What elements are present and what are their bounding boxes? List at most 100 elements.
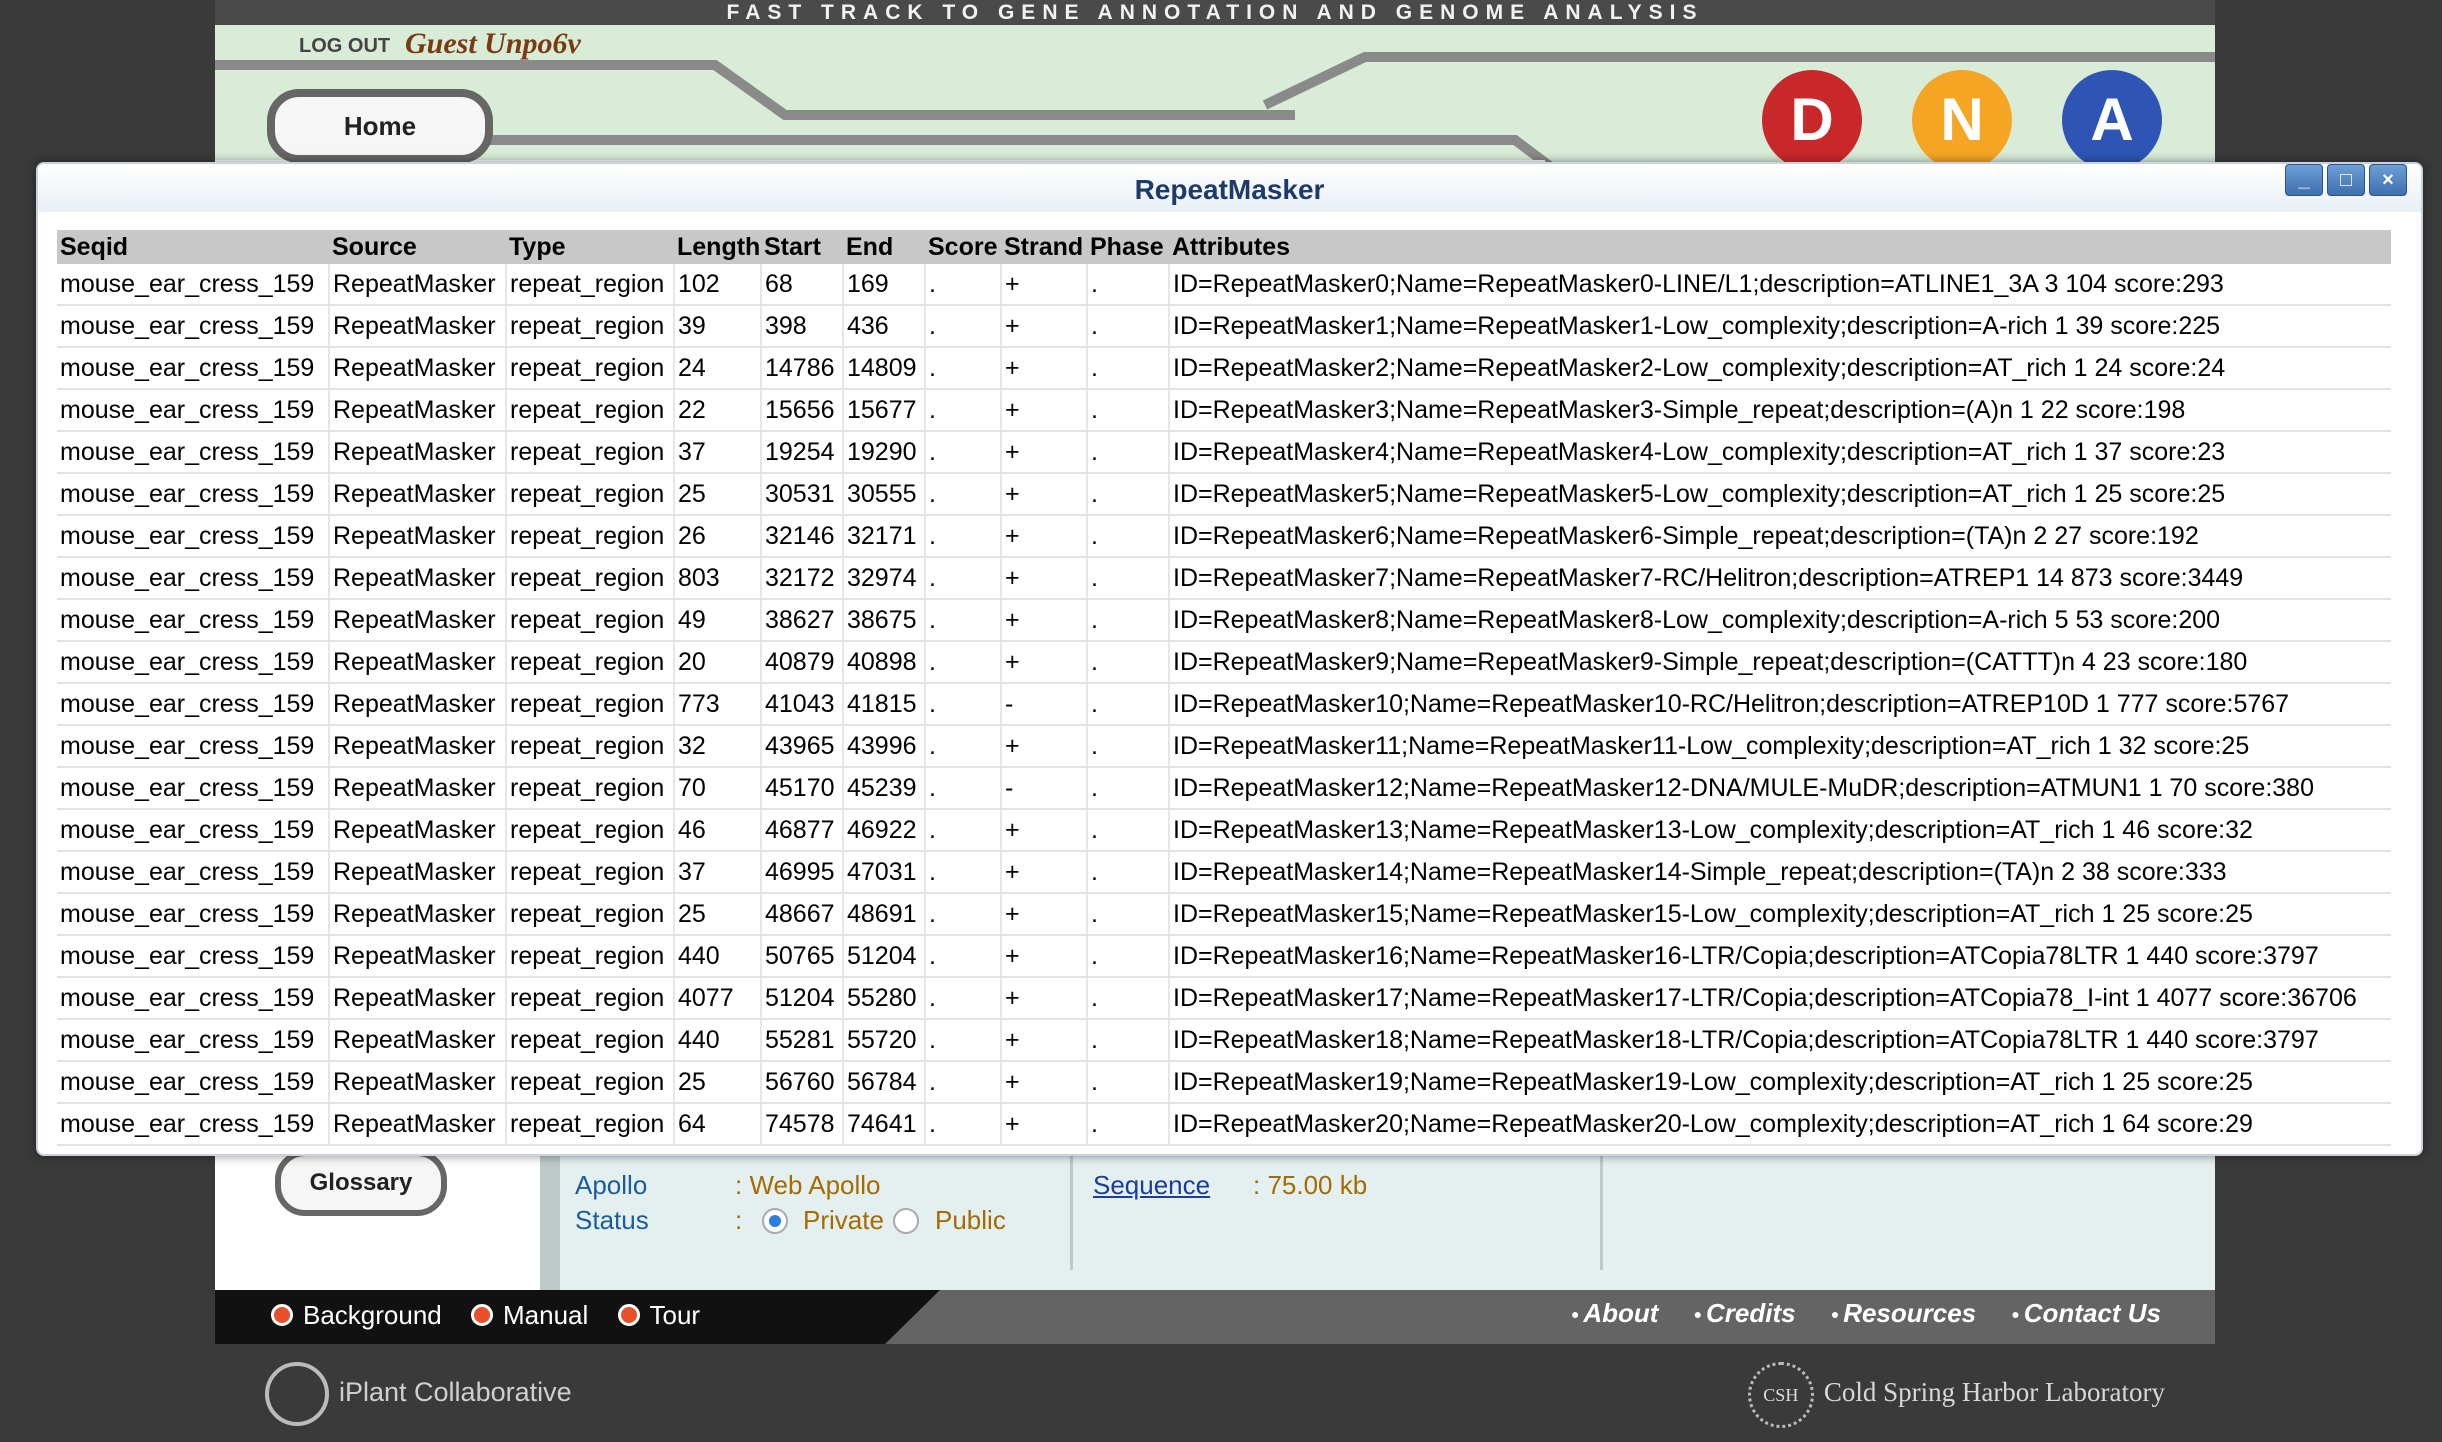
cell-type: repeat_region	[506, 515, 675, 558]
cell-phase: .	[1087, 977, 1170, 1020]
sequence-link[interactable]: Sequence	[1093, 1170, 1210, 1201]
cell-attributes: ID=RepeatMasker20;Name=RepeatMasker20-Lo…	[1169, 1103, 2391, 1146]
table-row[interactable]: mouse_ear_cress_159 RepeatMasker repeat_re…	[57, 431, 2391, 474]
table-row[interactable]: mouse_ear_cress_159 RepeatMasker repeat_re…	[57, 935, 2391, 978]
repeatmasker-window[interactable]: RepeatMasker _ □ × Seqid Source Type Length St…	[36, 162, 2423, 1156]
table-row[interactable]: mouse_ear_cress_159 RepeatMasker repeat_re…	[57, 641, 2391, 684]
column-header-length[interactable]: Length	[674, 230, 761, 264]
credits-link[interactable]: Credits	[1694, 1298, 1796, 1328]
home-button[interactable]: Home	[267, 89, 493, 163]
glossary-button[interactable]: Glossary	[275, 1150, 447, 1216]
cell-length: 46	[674, 809, 762, 852]
cell-source: RepeatMasker	[329, 1019, 507, 1062]
table-row[interactable]: mouse_ear_cress_159 RepeatMasker repeat_re…	[57, 1103, 2391, 1146]
cell-length: 803	[674, 557, 762, 600]
cell-type: repeat_region	[506, 347, 675, 390]
column-header-start[interactable]: Start	[761, 230, 843, 264]
cell-length: 773	[674, 683, 762, 726]
dna-n-badge[interactable]: N	[1912, 70, 2012, 170]
table-row[interactable]: mouse_ear_cress_159 RepeatMasker repeat_re…	[57, 347, 2391, 390]
table-row[interactable]: mouse_ear_cress_159 RepeatMasker repeat_re…	[57, 473, 2391, 516]
private-radio[interactable]	[762, 1208, 788, 1234]
cell-phase: .	[1087, 641, 1170, 684]
table-row[interactable]: mouse_ear_cress_159 RepeatMasker repeat_re…	[57, 893, 2391, 936]
dna-a-badge[interactable]: A	[2062, 70, 2162, 170]
cshl-logo[interactable]: CSH Cold Spring Harbor Laboratory	[1747, 1362, 2165, 1428]
cell-phase: .	[1087, 599, 1170, 642]
table-row[interactable]: mouse_ear_cress_159 RepeatMasker repeat_re…	[57, 809, 2391, 852]
table-row[interactable]: mouse_ear_cress_159 RepeatMasker repeat_re…	[57, 1019, 2391, 1062]
cell-start: 55281	[761, 1019, 844, 1062]
table-scroll-area[interactable]: Seqid Source Type Length Start End Score Strand…	[57, 230, 2391, 1148]
cell-type: repeat_region	[506, 599, 675, 642]
cell-seqid: mouse_ear_cress_159	[57, 1103, 330, 1146]
cell-strand: +	[1001, 893, 1088, 936]
minimize-button[interactable]: _	[2285, 164, 2323, 196]
column-divider-3	[1600, 1150, 1603, 1270]
table-row[interactable]: mouse_ear_cress_159 RepeatMasker repeat_re…	[57, 305, 2391, 348]
info-panel: Glossary Apollo : Web Apollo Status : Pr…	[215, 1150, 2215, 1290]
table-row[interactable]: mouse_ear_cress_159 RepeatMasker repeat_re…	[57, 389, 2391, 432]
cell-seqid: mouse_ear_cress_159	[57, 1061, 330, 1104]
footer-tab-tour[interactable]: Tour	[617, 1300, 700, 1331]
cell-end: 47031	[843, 851, 926, 894]
cell-source: RepeatMasker	[329, 683, 507, 726]
column-header-seqid[interactable]: Seqid	[57, 230, 329, 264]
cell-start: 41043	[761, 683, 844, 726]
public-radio[interactable]	[893, 1208, 919, 1234]
table-row[interactable]: mouse_ear_cress_159 RepeatMasker repeat_re…	[57, 683, 2391, 726]
cell-length: 22	[674, 389, 762, 432]
table-row[interactable]: mouse_ear_cress_159 RepeatMasker repeat_re…	[57, 977, 2391, 1020]
column-header-phase[interactable]: Phase	[1087, 230, 1169, 264]
cell-strand: +	[1001, 935, 1088, 978]
cell-length: 25	[674, 893, 762, 936]
cell-score: .	[925, 851, 1002, 894]
cell-score: .	[925, 389, 1002, 432]
column-header-end[interactable]: End	[843, 230, 925, 264]
cell-strand: +	[1001, 264, 1088, 306]
table-row[interactable]: mouse_ear_cress_159 RepeatMasker repeat_re…	[57, 851, 2391, 894]
cell-strand: +	[1001, 851, 1088, 894]
cell-seqid: mouse_ear_cress_159	[57, 515, 330, 558]
cell-strand: +	[1001, 557, 1088, 600]
table-row[interactable]: mouse_ear_cress_159 RepeatMasker repeat_re…	[57, 599, 2391, 642]
cell-seqid: mouse_ear_cress_159	[57, 473, 330, 516]
cell-start: 15656	[761, 389, 844, 432]
footer-bar: Background Manual Tour About Credits Res…	[215, 1290, 2215, 1344]
column-header-type[interactable]: Type	[506, 230, 674, 264]
maximize-button[interactable]: □	[2327, 164, 2365, 196]
table-row[interactable]: mouse_ear_cress_159 RepeatMasker repeat_re…	[57, 515, 2391, 558]
cell-source: RepeatMasker	[329, 347, 507, 390]
site-banner: FAST TRACK TO GENE ANNOTATION AND GENOME…	[215, 0, 2215, 25]
cell-phase: .	[1087, 809, 1170, 852]
table-row[interactable]: mouse_ear_cress_159 RepeatMasker repeat_re…	[57, 767, 2391, 810]
cell-length: 20	[674, 641, 762, 684]
dna-d-badge[interactable]: D	[1762, 70, 1862, 170]
table-row[interactable]: mouse_ear_cress_159 RepeatMasker repeat_re…	[57, 1061, 2391, 1104]
cell-score: .	[925, 809, 1002, 852]
iplant-logo[interactable]: iPlant Collaborative	[265, 1362, 572, 1426]
table-row[interactable]: mouse_ear_cress_159 RepeatMasker repeat_re…	[57, 557, 2391, 600]
contact-us-link[interactable]: Contact Us	[2011, 1298, 2161, 1328]
close-button[interactable]: ×	[2369, 164, 2407, 196]
table-row[interactable]: mouse_ear_cress_159 RepeatMasker repeat_re…	[57, 264, 2391, 306]
table-row[interactable]: mouse_ear_cress_159 RepeatMasker repeat_re…	[57, 725, 2391, 768]
resources-link[interactable]: Resources	[1831, 1298, 1976, 1328]
column-header-score[interactable]: Score	[925, 230, 1001, 264]
cell-attributes: ID=RepeatMasker19;Name=RepeatMasker19-Lo…	[1169, 1061, 2391, 1104]
footer-tab-manual[interactable]: Manual	[471, 1300, 588, 1331]
cell-type: repeat_region	[506, 809, 675, 852]
footer-tab-background[interactable]: Background	[271, 1300, 442, 1331]
cell-start: 50765	[761, 935, 844, 978]
window-titlebar[interactable]: RepeatMasker _ □ ×	[38, 164, 2421, 212]
column-header-strand[interactable]: Strand	[1001, 230, 1087, 264]
guest-user-name: Guest Unpo6v	[405, 27, 581, 60]
logout-link[interactable]: LOG OUT	[299, 35, 390, 58]
cell-source: RepeatMasker	[329, 809, 507, 852]
column-header-attributes[interactable]: Attributes	[1169, 230, 2391, 264]
about-link[interactable]: About	[1571, 1298, 1658, 1328]
column-header-source[interactable]: Source	[329, 230, 506, 264]
cell-strand: +	[1001, 389, 1088, 432]
cell-score: .	[925, 935, 1002, 978]
cell-end: 43996	[843, 725, 926, 768]
